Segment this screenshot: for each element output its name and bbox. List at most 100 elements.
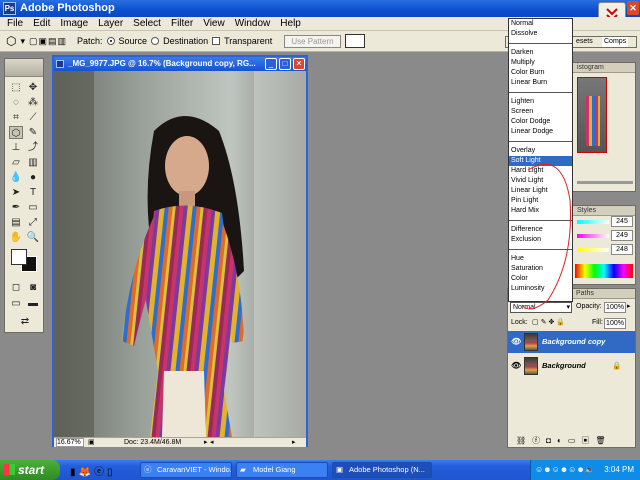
task-caravanviet[interactable]: ⓔ CaravanVIET - Windo... [140,462,232,478]
foreground-color-swatch[interactable] [11,249,27,265]
zoom-level[interactable]: 16.67% [56,438,84,447]
blend-mode-color[interactable]: Color [511,274,572,284]
blend-mode-normal[interactable]: Normal [511,19,572,29]
tab-styles[interactable]: Styles [573,206,635,216]
type-tool-icon[interactable]: T [26,186,40,199]
imageready-icon[interactable]: ⇄ [15,315,35,328]
opacity-field[interactable]: 100% [604,302,626,313]
color-value-b[interactable]: 248 [611,244,633,255]
maximize-icon[interactable]: □ [279,58,291,70]
eyedropper-icon[interactable]: ⤢ [26,216,40,229]
blend-mode-luminosity[interactable]: Luminosity [511,284,572,294]
layer-row-background-copy[interactable]: 👁 Background copy [508,331,635,353]
close-app-button[interactable]: ✕ [627,1,639,15]
menu-file[interactable]: File [2,18,28,29]
dodge-tool-icon[interactable]: ● [26,171,40,184]
blend-mode-linear-burn[interactable]: Linear Burn [511,78,572,88]
blend-mode-hard-light[interactable]: Hard Light [511,166,572,176]
brush-tool-icon[interactable]: ✎ [26,126,40,139]
use-pattern-button[interactable]: Use Pattern [284,34,341,48]
blend-mode-difference[interactable]: Difference [511,225,572,235]
blend-mode-linear-dodge[interactable]: Linear Dodge [511,127,572,137]
blend-mode-vivid-light[interactable]: Vivid Light [511,176,572,186]
transparent-checkbox[interactable] [212,37,221,45]
stamp-tool-icon[interactable]: ⊥ [9,141,23,154]
menu-view[interactable]: View [198,18,230,29]
slider-r[interactable] [577,220,609,224]
start-button[interactable]: start [0,460,60,480]
history-brush-icon[interactable]: ⤴ [26,141,40,154]
move-tool-icon[interactable]: ✥ [26,81,40,94]
screen-mode-icon[interactable]: ▭ [9,297,23,310]
blend-mode-hue[interactable]: Hue [511,254,572,264]
quick-launch-icons[interactable]: ▮🦊ⓔ▯ [70,463,130,478]
blur-tool-icon[interactable]: 💧 [9,171,23,184]
tool-preset-dropdown-icon[interactable]: ▾ [20,36,25,47]
menu-help[interactable]: Help [275,18,306,29]
eye-icon[interactable]: 👁 [511,355,521,377]
destination-radio[interactable] [151,37,160,45]
blend-mode-pin-light[interactable]: Pin Light [511,196,572,206]
blend-mode-color-burn[interactable]: Color Burn [511,68,572,78]
scroll-right-icon[interactable]: ▸ [292,438,296,448]
tab-histogram[interactable]: istogram [573,63,635,73]
layers-footer-icons[interactable]: ⛓ⓕ◘◐▭▣🗑 [510,435,634,447]
hand-tool-icon[interactable]: ✋ [9,231,23,244]
slider-b[interactable] [577,248,609,252]
menu-filter[interactable]: Filter [166,18,198,29]
blend-mode-saturation[interactable]: Saturation [511,264,572,274]
crop-tool-icon[interactable]: ⌗ [9,111,23,124]
tray-icons[interactable]: ☺☻☺☻☺☻🔈 [535,460,595,480]
menu-image[interactable]: Image [55,18,93,29]
patch-tool-icon[interactable]: ⬡ [9,126,23,139]
menu-layer[interactable]: Layer [93,18,128,29]
tab-comps[interactable]: Comps [602,37,629,47]
color-value-g[interactable]: 249 [611,230,633,241]
shape-tool-icon[interactable]: ▭ [26,201,40,214]
opacity-arrow-icon[interactable]: ▸ [627,302,631,310]
blend-mode-lighten[interactable]: Lighten [511,97,572,107]
blend-mode-exclusion[interactable]: Exclusion [511,235,572,245]
status-menu-arrow-icon[interactable]: ▸ [204,438,208,448]
eye-icon[interactable]: 👁 [511,331,521,353]
doc-size[interactable]: Doc: 23.4M/46.8M [124,438,181,448]
task-model-giang[interactable]: ▰ Model Giang [236,462,328,478]
fullscreen-mode-icon[interactable]: ▬ [26,297,40,310]
menu-edit[interactable]: Edit [28,18,55,29]
blend-mode-soft-light[interactable]: Soft Light [509,156,572,166]
menu-select[interactable]: Select [128,18,166,29]
selection-mode-icons[interactable]: ▢▣▤▥ [29,36,67,47]
navigator-zoom-slider[interactable] [577,181,633,184]
task-photoshop[interactable]: ▣ Adobe Photoshop (N... [332,462,432,478]
patch-tool-icon[interactable]: ⬡ [6,34,16,48]
tab-presets[interactable]: esets [576,37,593,47]
quick-mask-icon[interactable]: ◙ [26,281,40,294]
blend-mode-dropdown-list[interactable]: Normal Dissolve Darken Multiply Color Burn Li… [508,18,573,302]
lasso-tool-icon[interactable]: ◌ [9,96,23,109]
marquee-tool-icon[interactable]: ⬚ [9,81,23,94]
blend-mode-dissolve[interactable]: Dissolve [511,29,572,39]
blend-mode-hard-mix[interactable]: Hard Mix [511,206,572,216]
blend-mode-select[interactable]: Normal ▾ [510,302,572,313]
menu-window[interactable]: Window [230,18,276,29]
pen-tool-icon[interactable]: ✒ [9,201,23,214]
eraser-tool-icon[interactable]: ▱ [9,156,23,169]
pattern-picker[interactable] [344,34,365,48]
zoom-tool-icon[interactable]: 🔍 [26,231,40,244]
blend-mode-darken[interactable]: Darken [511,48,572,58]
lock-icons[interactable]: ▢✎✥🔒 [532,318,567,326]
layer-row-background[interactable]: 👁 Background 🔒 [508,355,635,377]
blend-mode-overlay[interactable]: Overlay [511,146,572,156]
slice-tool-icon[interactable]: ⟋ [26,111,40,124]
scroll-left-icon[interactable]: ◂ [210,438,214,448]
path-select-icon[interactable]: ➤ [9,186,23,199]
standard-mode-icon[interactable]: ◻ [9,281,23,294]
fill-field[interactable]: 100% [604,318,626,329]
source-radio[interactable] [106,37,115,45]
slider-g[interactable] [577,234,609,238]
color-value-r[interactable]: 245 [611,216,633,227]
status-icon[interactable]: ▣ [88,438,95,448]
blend-mode-color-dodge[interactable]: Color Dodge [511,117,572,127]
blend-mode-multiply[interactable]: Multiply [511,58,572,68]
color-spectrum[interactable] [575,264,633,278]
